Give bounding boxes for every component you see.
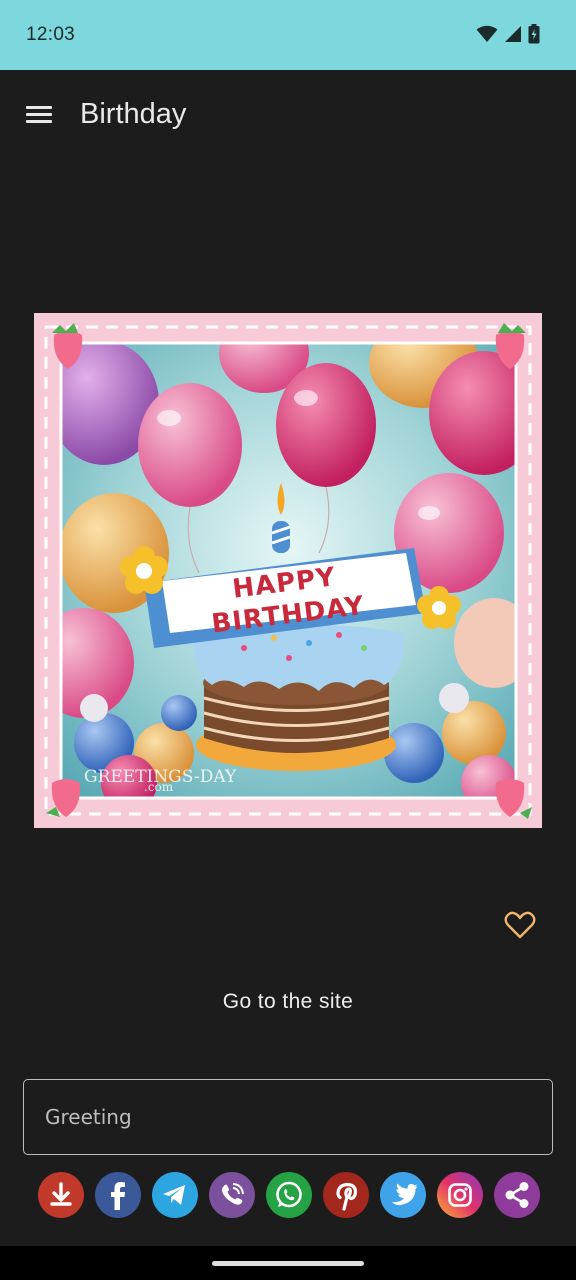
birthday-card-image: HAPPY BIRTHDAY GREETINGS-DAY .com	[34, 313, 542, 828]
go-to-site-button[interactable]: Go to the site	[0, 990, 576, 1014]
signal-icon	[504, 25, 522, 48]
share-icon[interactable]	[494, 1172, 540, 1218]
share-buttons-row	[38, 1172, 540, 1218]
viber-icon[interactable]	[209, 1172, 255, 1218]
pinterest-icon[interactable]	[323, 1172, 369, 1218]
home-gesture-handle[interactable]	[212, 1261, 364, 1266]
system-navigation-bar	[0, 1246, 576, 1280]
page-title: Birthday	[80, 98, 187, 130]
wifi-icon	[476, 25, 498, 48]
watermark-sub-text: .com	[144, 780, 174, 794]
status-icons	[476, 24, 540, 49]
hamburger-menu-icon[interactable]	[22, 102, 58, 130]
whatsapp-icon[interactable]	[266, 1172, 312, 1218]
telegram-icon[interactable]	[152, 1172, 198, 1218]
heart-outline-icon[interactable]	[502, 907, 538, 943]
instagram-icon[interactable]	[437, 1172, 483, 1218]
battery-icon	[528, 24, 540, 49]
app-bar: Birthday	[0, 70, 576, 162]
greeting-input[interactable]	[23, 1079, 553, 1155]
download-icon[interactable]	[38, 1172, 84, 1218]
status-bar: 12:03	[0, 0, 576, 70]
facebook-icon[interactable]	[95, 1172, 141, 1218]
twitter-icon[interactable]	[380, 1172, 426, 1218]
status-time: 12:03	[26, 24, 76, 45]
